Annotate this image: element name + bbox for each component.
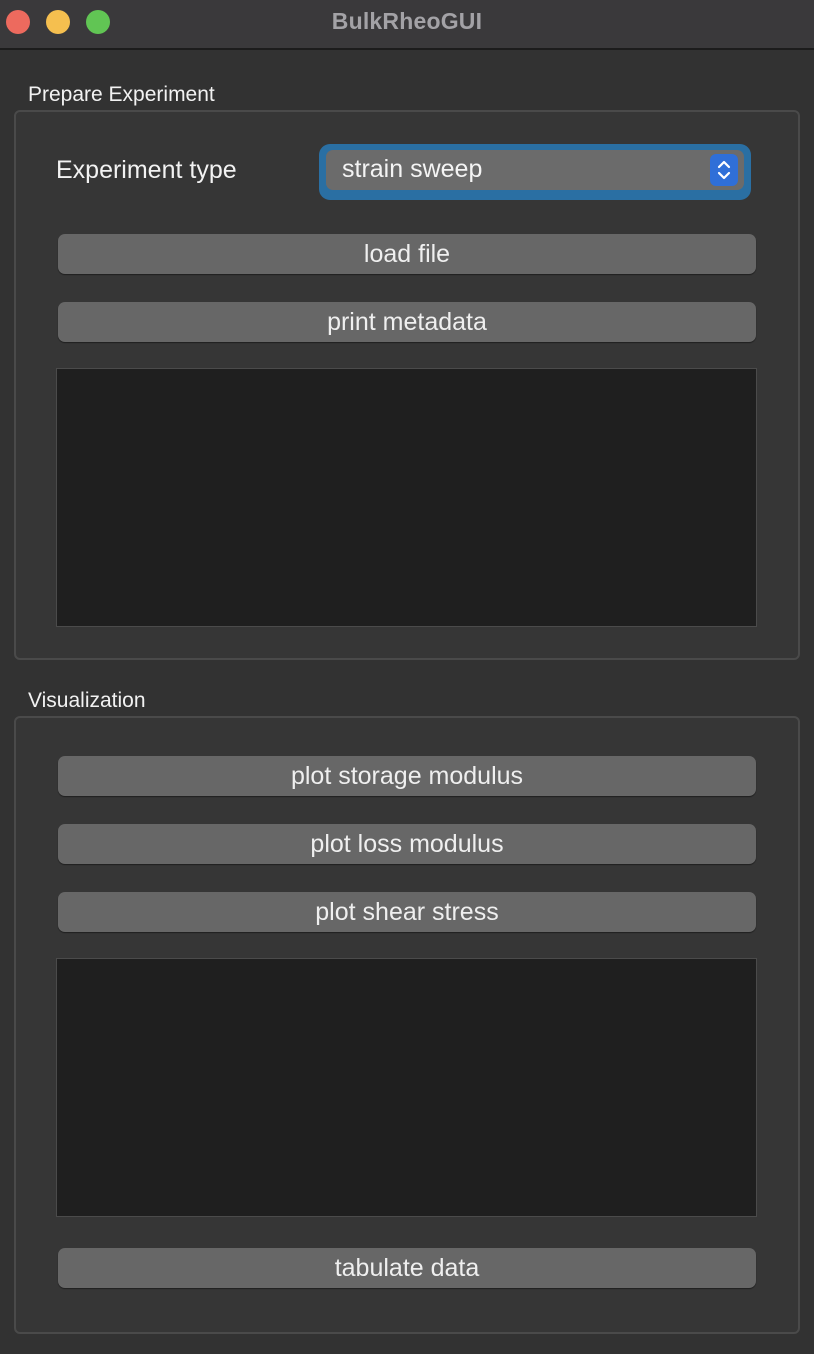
visualization-output-area[interactable] [56,958,757,1217]
experiment-type-selected-value: strain sweep [342,155,483,183]
metadata-output-area[interactable] [56,368,757,627]
plot-loss-modulus-button[interactable]: plot loss modulus [58,824,756,864]
load-file-button[interactable]: load file [58,234,756,274]
plot-storage-modulus-button[interactable]: plot storage modulus [58,756,756,796]
window-title: BulkRheoGUI [331,8,483,34]
plot-shear-stress-button[interactable]: plot shear stress [58,892,756,932]
experiment-type-select[interactable]: strain sweep [326,150,744,190]
visualization-group-title: Visualization [28,689,146,712]
updown-chevron-icon[interactable] [710,154,738,186]
experiment-type-label: Experiment type [56,156,237,184]
prepare-experiment-group-title: Prepare Experiment [28,83,215,106]
print-metadata-button[interactable]: print metadata [58,302,756,342]
title-bar[interactable]: BulkRheoGUI [0,0,814,50]
tabulate-data-button[interactable]: tabulate data [58,1248,756,1288]
main-window: BulkRheoGUI Prepare Experiment Experimen… [0,0,814,1354]
